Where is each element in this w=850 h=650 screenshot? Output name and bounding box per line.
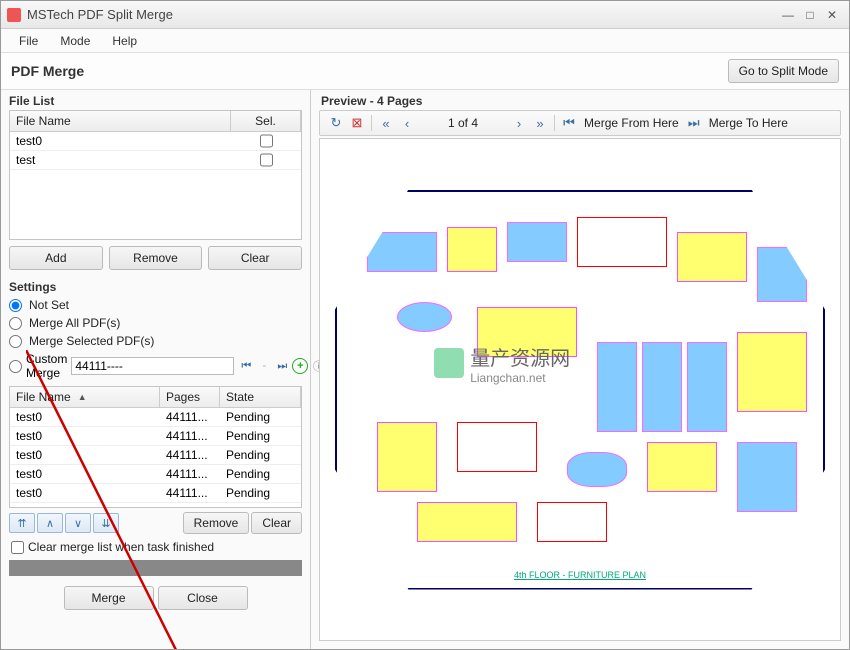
- filelist-cell-name: test0: [10, 132, 231, 150]
- settings-panel: Not Set Merge All PDF(s) Merge Selected …: [1, 296, 310, 382]
- floorplan-caption: 4th FLOOR - FURNITURE PLAN: [514, 570, 646, 580]
- mergelist-col-pages[interactable]: Pages: [160, 387, 220, 407]
- custom-merge-input[interactable]: [71, 357, 234, 375]
- clear-when-finished-checkbox[interactable]: [11, 541, 24, 554]
- menubar: File Mode Help: [1, 29, 849, 53]
- page-indicator: 1 of 4: [418, 116, 508, 130]
- preview-title: Preview - 4 Pages: [311, 90, 849, 110]
- mergelist-row[interactable]: test044111...Pending: [10, 408, 301, 427]
- filelist-table: File Name Sel. test0 test: [9, 110, 302, 240]
- last-page-icon[interactable]: »: [530, 113, 550, 133]
- move-bottom-button[interactable]: ⇊: [93, 513, 119, 533]
- goto-split-mode-button[interactable]: Go to Split Mode: [728, 59, 839, 83]
- minimize-button[interactable]: —: [777, 6, 799, 24]
- merge-button[interactable]: Merge: [64, 586, 154, 610]
- titlebar: MSTech PDF Split Merge — □ ✕: [1, 1, 849, 29]
- window-title: MSTech PDF Split Merge: [27, 7, 777, 22]
- close-window-button[interactable]: ✕: [821, 6, 843, 24]
- filelist-row[interactable]: test0: [10, 132, 301, 151]
- move-top-button[interactable]: ⇈: [9, 513, 35, 533]
- close-button[interactable]: Close: [158, 586, 248, 610]
- mergelist-row[interactable]: test044111...Pending: [10, 484, 301, 503]
- add-range-icon[interactable]: +: [292, 358, 308, 374]
- filelist-cell-name: test: [10, 151, 231, 169]
- add-button[interactable]: Add: [9, 246, 103, 270]
- next-page-icon[interactable]: ›: [509, 113, 529, 133]
- mergelist-table: File Name▲ Pages State test044111...Pend…: [9, 386, 302, 508]
- left-panel: File List File Name Sel. test0 test: [1, 90, 311, 649]
- merge-from-icon: ⏮: [559, 113, 579, 133]
- move-down-button[interactable]: ∨: [65, 513, 91, 533]
- maximize-button[interactable]: □: [799, 6, 821, 24]
- filelist-title: File List: [1, 90, 310, 110]
- page-title: PDF Merge: [11, 63, 728, 79]
- nav-next-icon[interactable]: ⏭: [274, 358, 290, 374]
- cancel-icon[interactable]: ⊠: [347, 113, 367, 133]
- clear-when-finished-row[interactable]: Clear merge list when task finished: [1, 538, 310, 556]
- radio-not-set-input[interactable]: [9, 299, 22, 312]
- merge-from-here-button[interactable]: Merge From Here: [580, 116, 683, 130]
- reorder-buttons: ⇈ ∧ ∨ ⇊ Remove Clear: [1, 508, 310, 538]
- mergelist-remove-button[interactable]: Remove: [183, 512, 250, 534]
- radio-not-set[interactable]: Not Set: [9, 296, 302, 314]
- filelist-header: File Name Sel.: [10, 111, 301, 132]
- radio-merge-all-input[interactable]: [9, 317, 22, 330]
- mergelist-row[interactable]: test044111...Pending: [10, 465, 301, 484]
- filelist-col-name[interactable]: File Name: [10, 111, 231, 131]
- filelist-checkbox[interactable]: [260, 134, 273, 148]
- mergelist-header: File Name▲ Pages State: [10, 387, 301, 408]
- merge-to-here-button[interactable]: Merge To Here: [705, 116, 792, 130]
- radio-custom-merge-input[interactable]: [9, 360, 22, 373]
- prev-page-icon[interactable]: ‹: [397, 113, 417, 133]
- merge-to-icon: ⏭: [684, 113, 704, 133]
- filelist-col-sel[interactable]: Sel.: [231, 111, 301, 131]
- mergelist-row[interactable]: test044111...Pending: [10, 427, 301, 446]
- menu-file[interactable]: File: [9, 31, 48, 51]
- radio-merge-selected-input[interactable]: [9, 335, 22, 348]
- nav-prev-icon[interactable]: -: [256, 358, 272, 374]
- rotate-icon[interactable]: ↻: [326, 113, 346, 133]
- mergelist-col-state[interactable]: State: [220, 387, 301, 407]
- filelist-checkbox[interactable]: [260, 153, 273, 167]
- right-panel: Preview - 4 Pages ↻ ⊠ « ‹ 1 of 4 › » ⏮ M…: [311, 90, 849, 649]
- radio-merge-selected[interactable]: Merge Selected PDF(s): [9, 332, 302, 350]
- settings-title: Settings: [1, 276, 310, 296]
- first-page-icon[interactable]: «: [376, 113, 396, 133]
- mergelist-clear-button[interactable]: Clear: [251, 512, 302, 534]
- custom-merge-row: Custom Merge ⏮ - ⏭ + ⓘ: [9, 350, 302, 382]
- app-window: MSTech PDF Split Merge — □ ✕ File Mode H…: [0, 0, 850, 650]
- floorplan-image: 4th FLOOR - FURNITURE PLAN 量产资源网 Liangch…: [335, 190, 825, 590]
- header-row: PDF Merge Go to Split Mode: [1, 53, 849, 90]
- nav-first-icon[interactable]: ⏮: [238, 358, 254, 374]
- radio-merge-all[interactable]: Merge All PDF(s): [9, 314, 302, 332]
- move-up-button[interactable]: ∧: [37, 513, 63, 533]
- app-icon: [7, 8, 21, 22]
- footer-buttons: Merge Close: [1, 580, 310, 616]
- remove-button[interactable]: Remove: [109, 246, 203, 270]
- progress-bar: [9, 560, 302, 576]
- preview-viewport[interactable]: 4th FLOOR - FURNITURE PLAN 量产资源网 Liangch…: [319, 138, 841, 641]
- clear-button[interactable]: Clear: [208, 246, 302, 270]
- preview-toolbar: ↻ ⊠ « ‹ 1 of 4 › » ⏮ Merge From Here ⏭ M…: [319, 110, 841, 136]
- mergelist-row[interactable]: test044111...Pending: [10, 446, 301, 465]
- filelist-buttons: Add Remove Clear: [1, 240, 310, 276]
- custom-merge-label: Custom Merge: [26, 352, 67, 380]
- menu-help[interactable]: Help: [102, 31, 147, 51]
- filelist-row[interactable]: test: [10, 151, 301, 170]
- menu-mode[interactable]: Mode: [50, 31, 100, 51]
- mergelist-col-name[interactable]: File Name▲: [10, 387, 160, 407]
- sort-asc-icon: ▲: [78, 392, 87, 402]
- body: File List File Name Sel. test0 test: [1, 90, 849, 649]
